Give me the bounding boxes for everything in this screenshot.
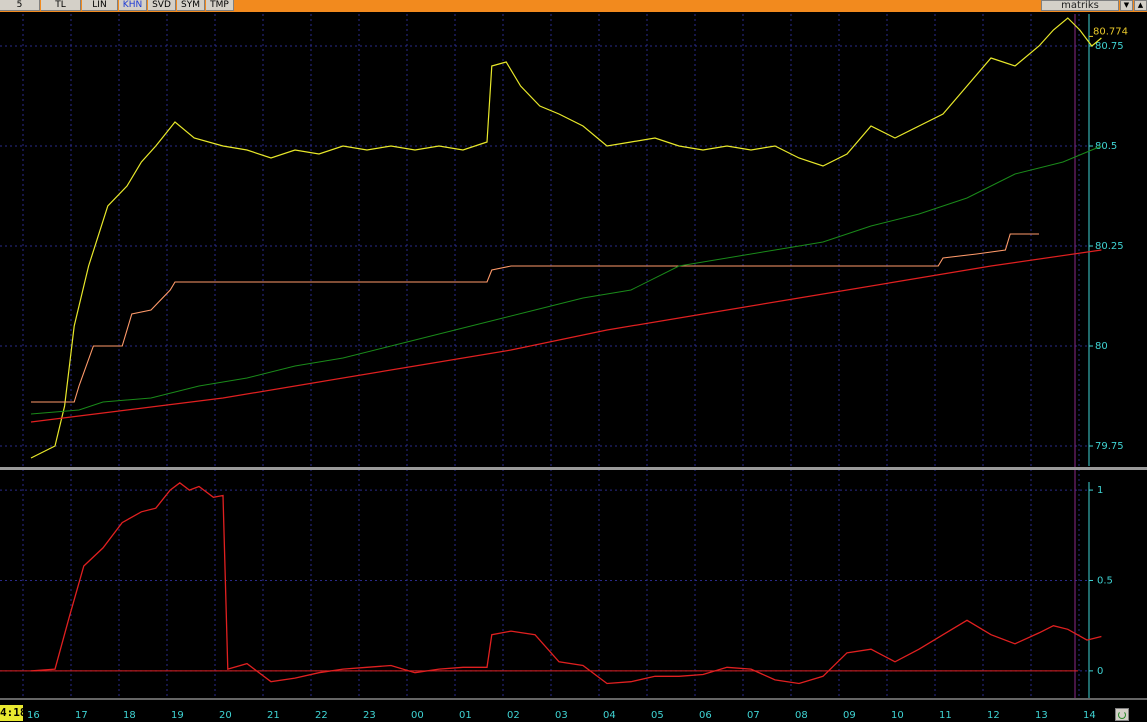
x-tick-label: 10 xyxy=(891,710,904,721)
x-tick-label: 14 xyxy=(1083,710,1096,721)
refresh-icon[interactable] xyxy=(1115,708,1129,721)
x-tick-label: 06 xyxy=(699,710,712,721)
x-tick-label: 21 xyxy=(267,710,280,721)
indicator-tick-label: 0 xyxy=(1097,666,1103,677)
x-tick-label: 03 xyxy=(555,710,568,721)
x-tick-label: 05 xyxy=(651,710,664,721)
x-tick-label: 04 xyxy=(603,710,616,721)
last-price-label: 80.774 xyxy=(1093,26,1128,37)
x-tick-label: 16 xyxy=(27,710,40,721)
time-readout: 4:18 xyxy=(0,705,23,721)
upper-band-series xyxy=(31,233,1039,403)
x-tick-label: 08 xyxy=(795,710,808,721)
trailing-stop-series xyxy=(30,145,1102,415)
x-tick-label: 00 xyxy=(411,710,424,721)
x-tick-label: 01 xyxy=(459,710,472,721)
x-tick-label: 22 xyxy=(315,710,328,721)
indicator-tick-label: 0.5 xyxy=(1097,575,1113,586)
x-tick-label: 20 xyxy=(219,710,232,721)
y-tick-label: 79.75 xyxy=(1095,441,1124,452)
x-tick-label: 17 xyxy=(75,710,88,721)
panel-divider xyxy=(0,467,1147,470)
trend-series xyxy=(30,249,1102,423)
indicator-tick-label: 1 xyxy=(1097,485,1103,496)
y-tick-label: 80.75 xyxy=(1095,41,1124,52)
x-tick-label: 11 xyxy=(939,710,952,721)
x-tick-label: 12 xyxy=(987,710,1000,721)
x-tick-label: 02 xyxy=(507,710,520,721)
x-tick-label: 18 xyxy=(123,710,136,721)
y-tick-label: 80 xyxy=(1095,341,1108,352)
x-tick-label: 13 xyxy=(1035,710,1048,721)
x-tick-label: 09 xyxy=(843,710,856,721)
indicator-series xyxy=(30,481,1102,685)
x-tick-label: 19 xyxy=(171,710,184,721)
x-tick-label: 07 xyxy=(747,710,760,721)
chart-canvas: 16 17 18 19 20 21 22 23 00 01 02 03 04 05 06 07 08 09 10 11… xyxy=(0,14,1147,721)
x-tick-label: 23 xyxy=(363,710,376,721)
y-tick-label: 80.5 xyxy=(1095,141,1117,152)
price-series xyxy=(30,17,1102,459)
